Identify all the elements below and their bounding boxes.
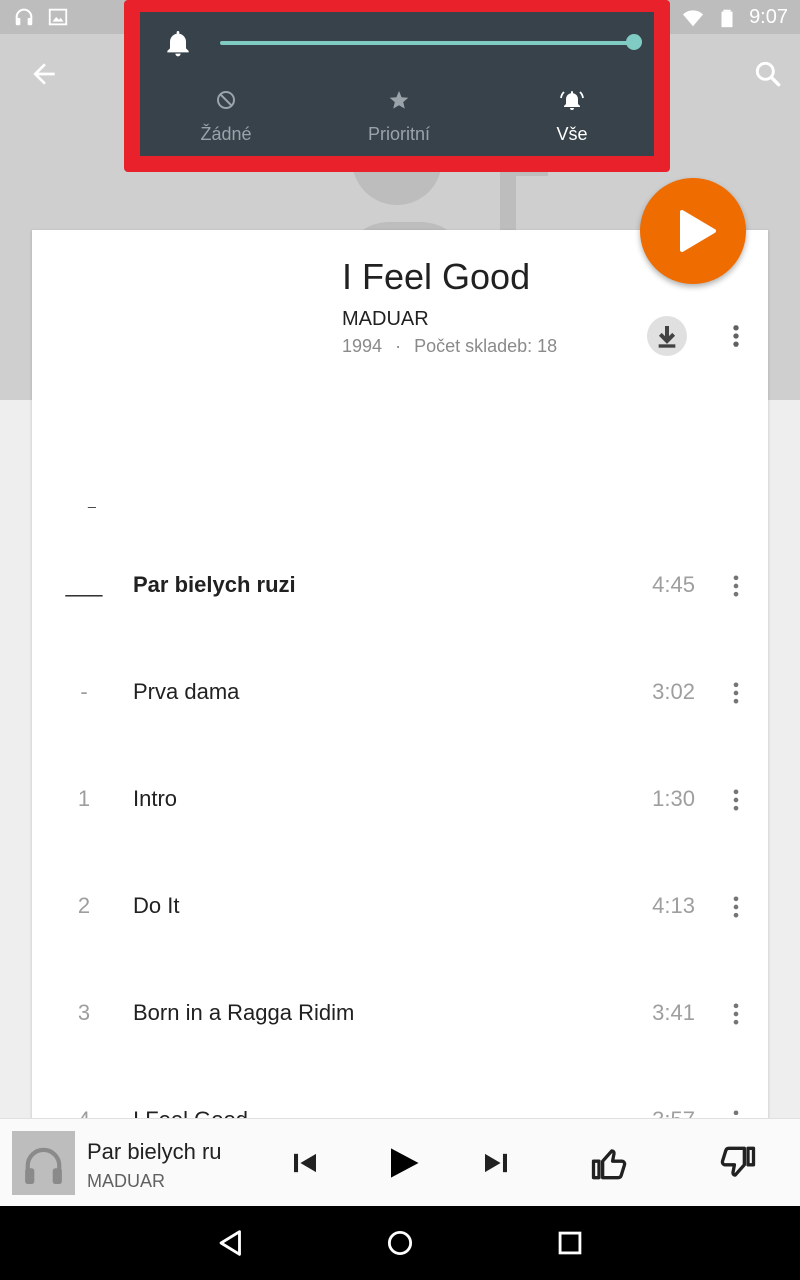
back-arrow-icon[interactable] [28,58,60,90]
ringing-bell-icon [560,91,584,110]
skip-next-icon[interactable] [474,1141,518,1185]
album-artist[interactable]: MADUAR [342,308,429,331]
download-button[interactable] [647,316,687,356]
track-more-icon[interactable] [722,893,750,921]
track-name: Prva dama [133,679,240,704]
status-time: 9:07 [749,6,788,28]
nav-back-icon[interactable] [214,1226,248,1260]
track-name: Born in a Ragga Ridim [133,1000,355,1025]
list-marker: _ [88,492,96,508]
track-number: 3 [77,1000,91,1025]
now-playing-bar[interactable]: Par bielych ru MADUAR [0,1118,800,1206]
search-icon[interactable] [752,58,784,90]
battery-icon [721,9,733,27]
mode-none-label: Žádné [200,124,252,144]
mode-all[interactable]: Vše [502,88,642,145]
track-more-icon[interactable] [722,679,750,707]
mode-priority[interactable]: Prioritní [329,88,469,145]
volume-slider-thumb[interactable] [626,34,642,50]
track-name: Intro [133,786,178,811]
bell-icon[interactable] [162,26,194,60]
volume-panel: Žádné Prioritní Vše [140,12,654,156]
system-nav-bar [0,1206,800,1280]
nav-home-icon[interactable] [383,1226,417,1260]
track-row[interactable]: 3 Born in a Ragga Ridim 3:41 [32,984,768,1044]
now-playing-title: Par bielych ru [87,1139,222,1164]
headphones-icon [15,8,33,26]
track-duration: 1:30 [652,786,695,811]
track-duration: 3:02 [652,679,695,704]
track-count: Počet skladeb: 18 [414,336,558,356]
album-year: 1994 [342,336,383,356]
track-row[interactable]: 2 Do It 4:13 [32,877,768,937]
track-number: ___ [65,572,103,597]
mode-priority-label: Prioritní [367,124,430,144]
play-album-button[interactable] [640,178,746,284]
volume-slider-track[interactable] [220,41,634,45]
track-more-icon[interactable] [722,572,750,600]
track-duration: 3:41 [652,1000,695,1025]
track-row[interactable]: ___ Par bielych ruzi 4:45 [32,556,768,616]
image-icon [48,8,68,26]
track-name: Par bielych ruzi [133,572,296,597]
now-playing-art [12,1131,75,1195]
download-icon [658,326,676,348]
play-icon [680,210,716,252]
album-card: I Feel Good MADUAR 1994 · Počet skladeb:… [32,230,768,1132]
track-row[interactable]: - Prva dama 3:02 [32,663,768,723]
track-duration: 4:45 [652,572,695,597]
now-playing-artist: MADUAR [87,1171,166,1191]
track-duration: 4:13 [652,893,695,918]
track-number: 1 [77,786,91,811]
track-number: 2 [77,893,91,918]
skip-previous-icon[interactable] [283,1141,327,1185]
play-icon[interactable] [380,1141,424,1185]
nav-recents-icon[interactable] [553,1226,587,1260]
track-more-icon[interactable] [722,1000,750,1028]
headphones-icon [25,1147,62,1184]
thumbs-down-icon[interactable] [715,1141,759,1185]
track-row[interactable]: 1 Intro 1:30 [32,770,768,830]
star-icon [389,91,409,109]
album-meta: 1994 · Počet skladeb: 18 [342,336,557,357]
album-title: I Feel Good [342,256,531,297]
track-more-icon[interactable] [722,786,750,814]
mode-none[interactable]: Žádné [156,88,296,145]
mode-all-label: Vše [556,124,588,144]
track-number: - [80,679,88,704]
block-icon [217,91,235,109]
meta-separator: · [395,336,402,356]
thumbs-up-icon[interactable] [588,1141,632,1185]
more-vert-icon[interactable] [722,318,750,354]
track-name: Do It [133,893,180,918]
wifi-icon [682,9,704,26]
